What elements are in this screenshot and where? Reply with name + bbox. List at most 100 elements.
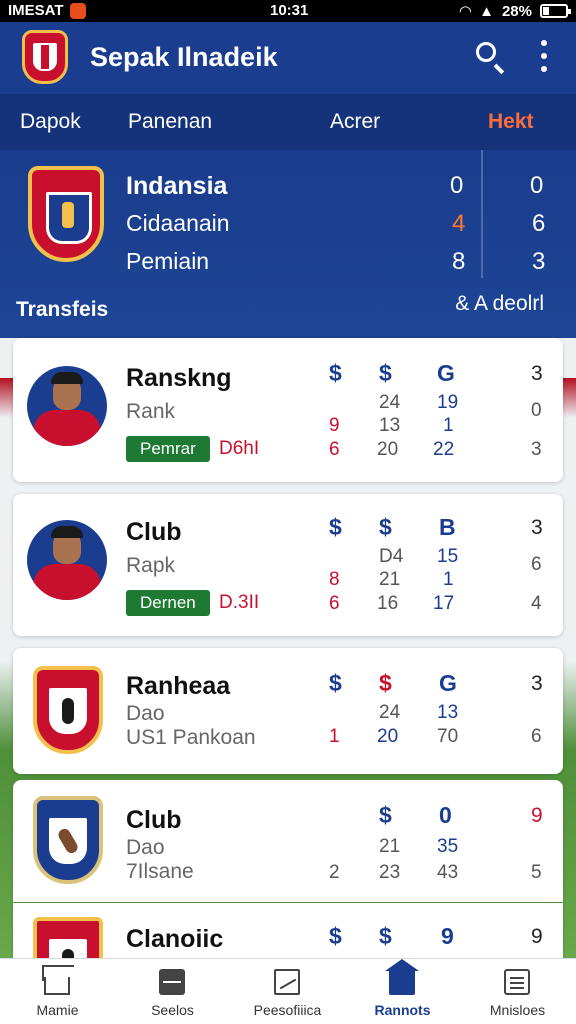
stat-value: 3 [531, 439, 542, 460]
nav-label: Mnisloes [489, 1002, 546, 1018]
stat-value: 20 [377, 726, 399, 747]
stat-symbol: G [437, 360, 455, 386]
notification-icon [70, 3, 86, 19]
nav-home[interactable]: Mamie [0, 959, 115, 1024]
battery-percent: 28% [501, 2, 532, 20]
stat-value: 22 [433, 439, 455, 460]
stat-value: 24 [379, 392, 401, 413]
player-card[interactable]: Club Rapk Dernen D.3II $ $ B 3 D4 15 6 8… [13, 494, 563, 636]
section-link[interactable]: & A deolrl [455, 292, 544, 316]
stat-value: 1 [443, 569, 454, 590]
stat-value: 1 [329, 726, 340, 747]
tab-dapok[interactable]: Dapok [20, 110, 81, 134]
scoreboard-icon [159, 969, 185, 995]
stat-value: 4 [531, 593, 542, 614]
stat-value: 5 [531, 862, 542, 883]
section-title: Transfeis [16, 298, 109, 321]
stat-symbol: $ [379, 923, 392, 949]
card-detail: US1 Pankoan [126, 726, 256, 749]
card-detail: 7Ilsane [126, 860, 194, 883]
stat-symbol: $ [329, 923, 342, 949]
stat-symbol: $ [379, 360, 392, 386]
player-card[interactable]: Ranskng Rank Pemrar D6hI $ $ G 3 24 19 0… [13, 338, 563, 482]
stat-value: 2 [329, 862, 340, 883]
stat-value: 35 [437, 836, 459, 857]
stat-value: 21 [379, 569, 401, 590]
stat-symbol: $ [329, 670, 342, 696]
tab-panenan[interactable]: Panenan [128, 110, 212, 134]
stat-symbol: $ [379, 802, 392, 828]
home-icon [44, 977, 70, 995]
club-crest-icon [33, 796, 103, 884]
stat-symbol: B [439, 514, 456, 540]
club-card[interactable]: Club Dao 7Ilsane $ 0 9 21 35 2 23 43 5 [13, 780, 563, 902]
nav-label: Mamie [36, 1002, 79, 1018]
nav-label: Peesofiiica [253, 1002, 322, 1018]
stat-symbol: $ [379, 670, 392, 696]
hero-row-b: 3 [532, 248, 546, 275]
badge-value: D.3II [219, 592, 260, 613]
stat-value: 6 [531, 554, 542, 575]
club-logo-icon[interactable] [22, 30, 68, 84]
tab-bar: Dapok Panenan Acrer Hekt [0, 94, 576, 150]
stat-value: 23 [379, 862, 401, 883]
badge-value: D6hI [219, 438, 260, 459]
more-options-icon[interactable] [538, 40, 550, 72]
stat-symbol: $ [329, 514, 342, 540]
stat-value: 43 [437, 862, 459, 883]
card-subtitle: Dao [126, 836, 165, 859]
app-header: Sepak Ilnadeik [0, 22, 576, 94]
hero-row-label: Pemiain [126, 248, 210, 274]
stat-value: 6 [329, 439, 340, 460]
hero-row-b: 6 [532, 210, 546, 237]
card-title: Clanoiic [126, 925, 224, 953]
stat-value: 3 [531, 516, 543, 539]
nav-scores[interactable]: Seelos [115, 959, 230, 1024]
signal-icon: ▲ [479, 2, 494, 20]
club-card[interactable]: Clanoiic $ $ 9 9 [13, 903, 563, 985]
club-card[interactable]: Ranheaa Dao US1 Pankoan $ $ G 3 24 13 1 … [13, 648, 563, 774]
tab-hekt[interactable]: Hekt [488, 110, 534, 134]
nav-stats[interactable]: Peesofiiica [230, 959, 345, 1024]
search-icon[interactable] [474, 40, 504, 70]
stat-value: 16 [377, 593, 399, 614]
stat-symbol: 0 [439, 802, 452, 828]
nav-rankings[interactable]: Rannots [345, 959, 460, 1024]
stat-value: 15 [437, 546, 459, 567]
app-title: Sepak Ilnadeik [90, 42, 278, 72]
stat-value: 9 [531, 925, 543, 948]
chart-icon [274, 969, 300, 995]
card-title: Ranheaa [126, 672, 231, 700]
status-badge: Pemrar [126, 436, 210, 462]
battery-icon [540, 4, 571, 18]
status-icons: ◠ ▲ 28% [460, 2, 571, 20]
stat-value: 24 [379, 702, 401, 723]
carrier-label: IMESAT [8, 2, 64, 19]
card-title: Club [126, 518, 182, 546]
stat-value: 1 [443, 415, 454, 436]
stat-value: 6 [531, 726, 542, 747]
team-crest-icon [28, 166, 104, 262]
club-crest-icon [33, 666, 103, 754]
nav-label: Rannots [374, 1002, 431, 1018]
status-badge: Dernen [126, 590, 210, 616]
nav-label: Seelos [151, 1002, 194, 1018]
tab-acrer[interactable]: Acrer [330, 110, 380, 134]
stat-value: 0 [531, 400, 542, 421]
stat-value: 13 [379, 415, 401, 436]
nav-more[interactable]: Mnisloes [460, 959, 575, 1024]
stat-value: 3 [531, 672, 543, 695]
stat-value: 17 [433, 593, 455, 614]
stat-value: 21 [379, 836, 401, 857]
hero-top-b: 0 [530, 172, 544, 199]
rankings-icon [385, 959, 419, 995]
team-name: Indansia [126, 172, 228, 200]
stat-symbol: $ [379, 514, 392, 540]
stat-value: 6 [329, 593, 340, 614]
stat-value: 3 [531, 362, 543, 385]
hero-row-label: Cidaanain [126, 210, 230, 236]
stat-symbol: G [439, 670, 457, 696]
stat-value: 20 [377, 439, 399, 460]
player-avatar [27, 366, 107, 446]
card-subtitle: Dao [126, 702, 165, 725]
